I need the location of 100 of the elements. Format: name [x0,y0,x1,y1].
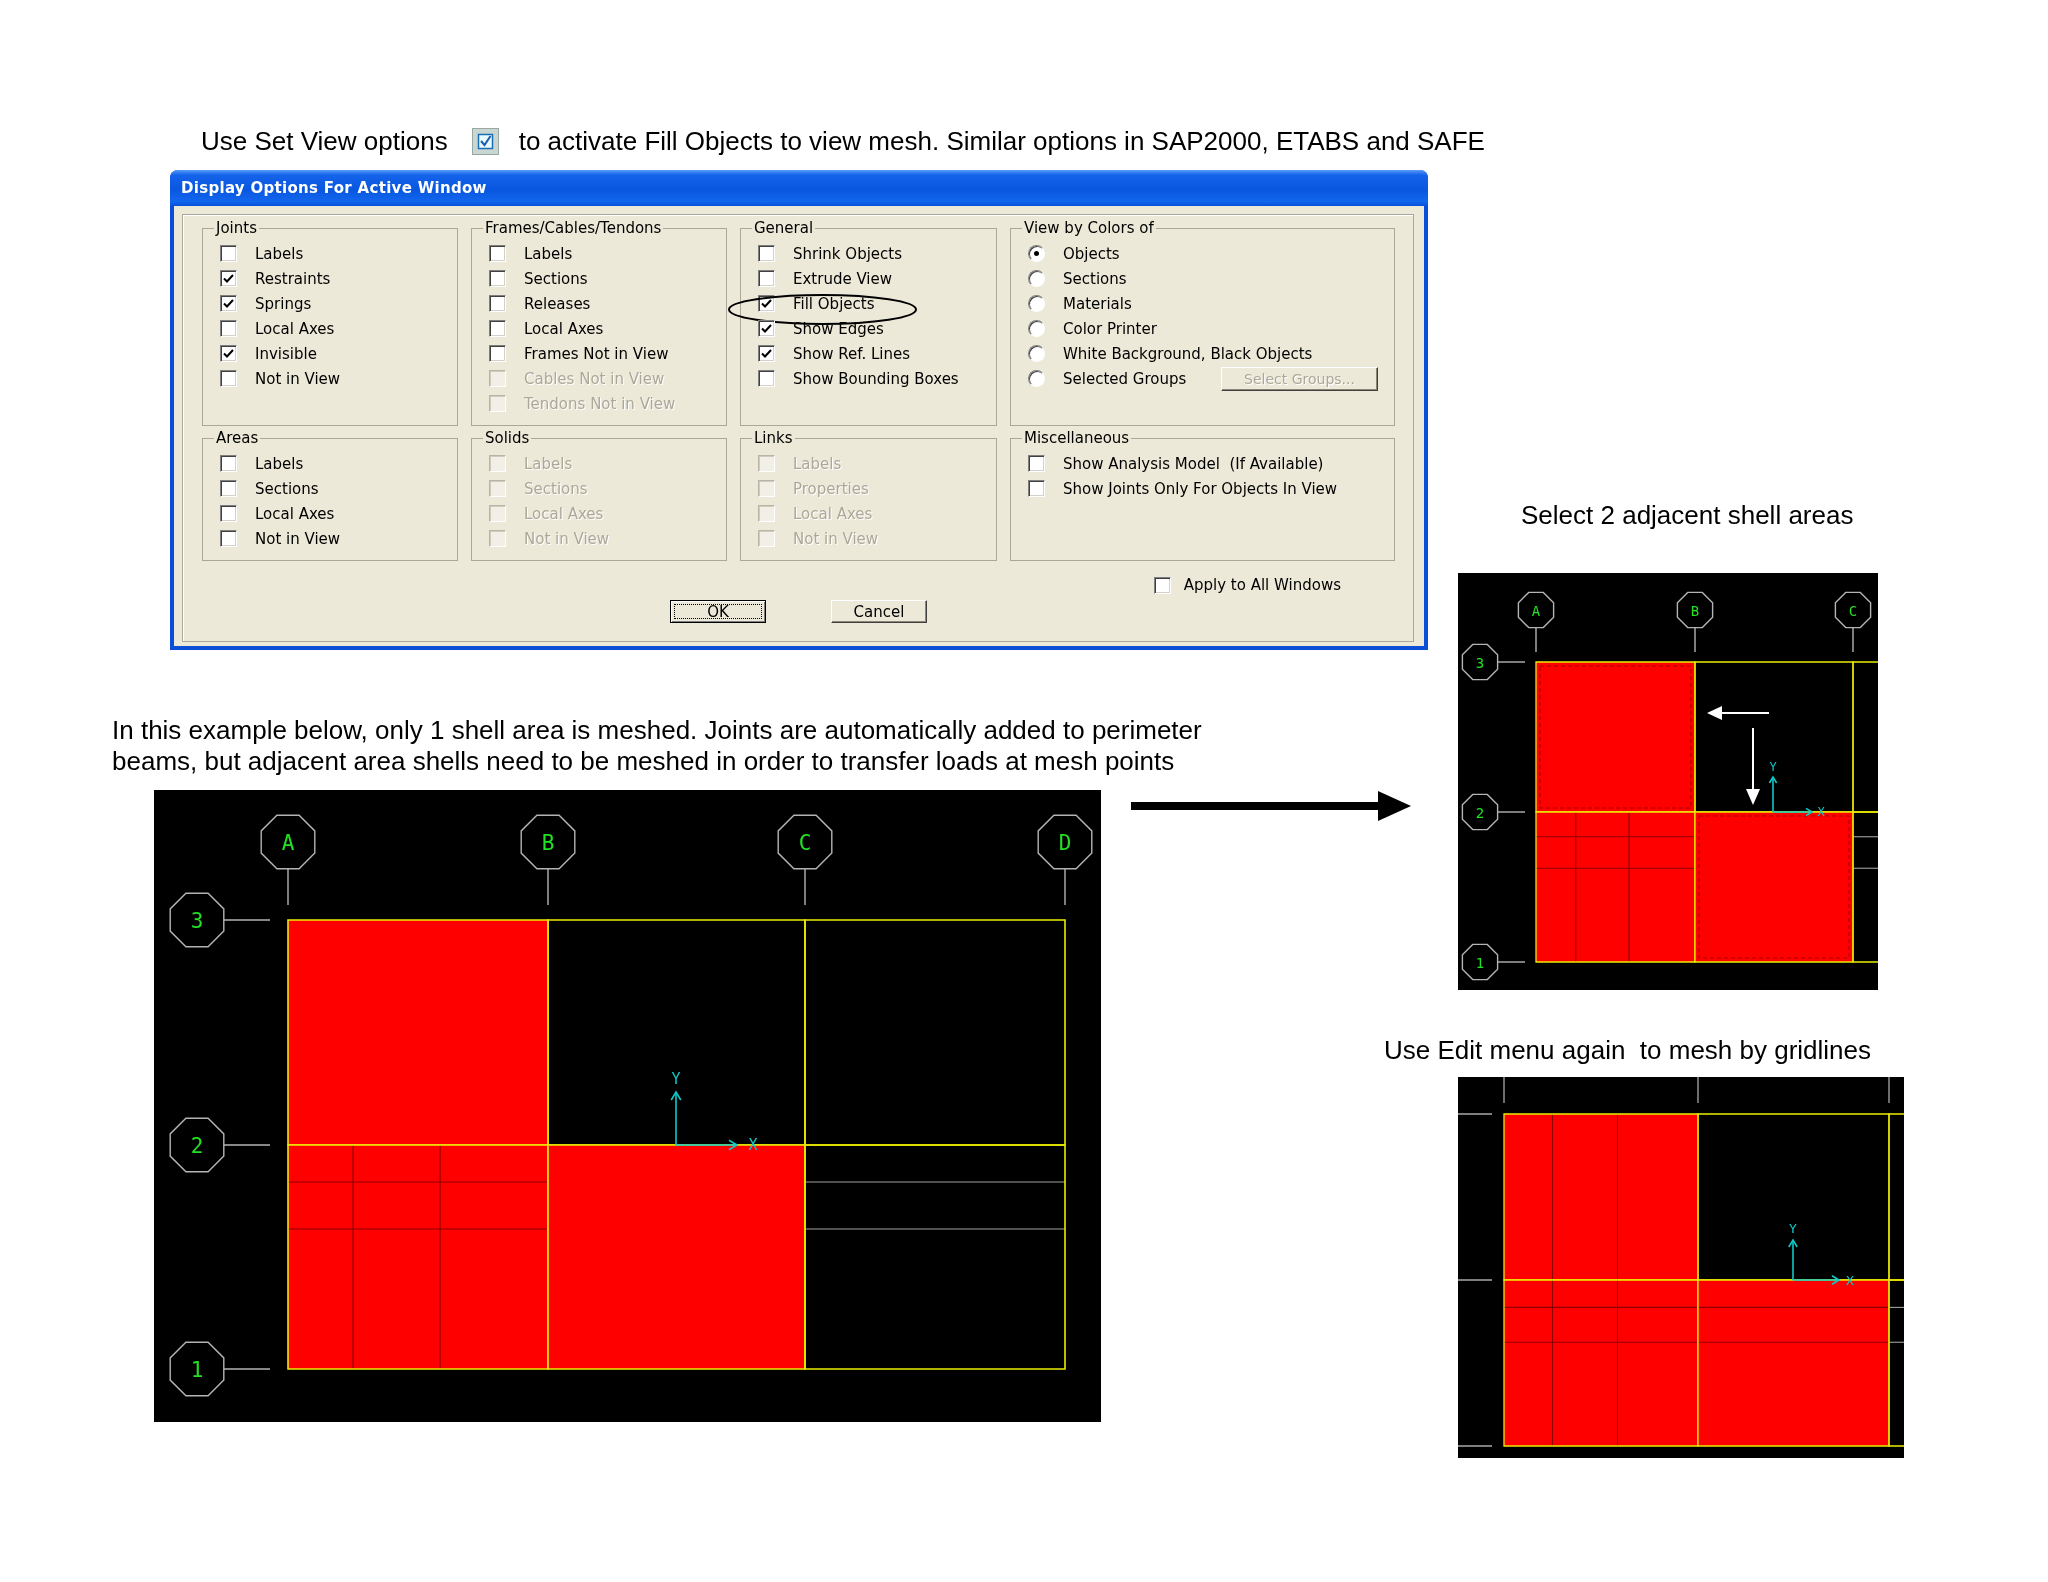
radio-button[interactable] [1028,320,1045,337]
checkbox-label[interactable]: Show Ref. Lines [793,344,911,363]
checkmark-icon [223,298,234,309]
x-axis-arrow [675,1139,739,1151]
y-axis-arrow [1788,1238,1798,1281]
checkbox[interactable] [489,295,506,312]
checkbox-label[interactable]: Extrude View [793,269,893,288]
dialog-button[interactable]: Cancel [831,600,927,623]
checkbox-label[interactable]: Labels [524,244,573,263]
checkbox[interactable] [220,270,237,287]
checkbox[interactable] [220,505,237,522]
radio-label[interactable]: Selected Groups [1063,369,1187,388]
radio-label[interactable]: Objects [1063,244,1120,263]
instruction-text: to activate Fill Objects to view mesh. Similar options in SAP2000, ETABS and SAFE [518,126,1485,156]
radio-label[interactable]: Sections [1063,269,1127,288]
checkbox-label[interactable]: Restraints [255,269,331,288]
axis-label: Y [671,1070,681,1088]
y-axis-arrow [1768,775,1778,813]
checkmark-icon [223,348,234,359]
caption-text: Use Edit menu again to mesh by gridlines [1384,1035,1872,1065]
checkmark-icon [761,298,772,309]
checkmark-icon [761,348,772,359]
checkbox-label[interactable]: Not in View [255,529,341,548]
radio-button[interactable] [1028,245,1045,262]
checkbox-label[interactable]: Sections [255,479,319,498]
grid-tick [1458,1279,1493,1281]
checkbox[interactable] [220,345,237,362]
window-title: Display Options For Active Window [181,179,487,197]
group-title: Links [753,429,794,447]
x-axis-arrow [1792,1275,1841,1285]
checkbox-label[interactable]: Shrink Objects [793,244,902,263]
group-title: Joints [214,219,258,237]
grid-tick [1888,1077,1890,1104]
checkbox-label[interactable]: Springs [255,294,312,313]
instruction-text: Use Set View options [201,126,448,156]
checkbox-label[interactable]: Local Axes [524,319,604,338]
caption-text: Select 2 adjacent shell areas [1521,500,1854,530]
checkbox[interactable] [220,370,237,387]
axis-label: X [1846,1272,1854,1288]
checkbox[interactable] [220,480,237,497]
default-button[interactable]: OK [670,600,766,623]
y-axis-arrow [670,1090,682,1146]
checkbox-label[interactable]: Sections [524,269,588,288]
checkbox[interactable] [758,320,775,337]
grid-tick [1458,1445,1493,1447]
checkbox-label[interactable]: Apply to All Windows [1183,576,1341,594]
checkbox-label[interactable]: Not in View [255,369,341,388]
checkbox[interactable] [220,295,237,312]
checkbox-label[interactable]: Local Axes [255,319,335,338]
checkbox-label[interactable]: Releases [524,294,591,313]
axis-label: X [748,1136,758,1154]
checkbox[interactable] [758,245,775,262]
checkbox[interactable] [1153,576,1171,594]
radio-label[interactable]: White Background, Black Objects [1063,344,1313,363]
checkbox-label[interactable]: Show Edges [793,319,884,338]
checkbox[interactable] [758,370,775,387]
grid-tick [1458,1113,1493,1115]
grid-tick [1503,1077,1505,1104]
radio-button[interactable] [1028,345,1045,362]
group-title: General [753,219,815,237]
checkbox-label[interactable]: Invisible [255,344,317,363]
checkbox[interactable] [489,345,506,362]
checkbox-label[interactable]: Labels [255,244,304,263]
checkbox-label[interactable]: Frames Not in View [524,344,669,363]
checkbox-label[interactable]: Local Axes [255,504,335,523]
axis-label: Y [1789,1220,1797,1236]
checkbox-label[interactable]: Show Analysis Model (If Available) [1063,454,1324,473]
axis-label: X [1817,805,1825,819]
radio-label[interactable]: Materials [1063,294,1132,313]
checkbox[interactable] [489,270,506,287]
group-title: View by Colors of [1023,219,1155,237]
group-title: Areas [215,429,260,447]
group-title: Frames/Cables/Tendons [484,219,663,237]
checkbox-label[interactable]: Labels [255,454,304,473]
checkbox[interactable] [1028,455,1045,472]
checkbox[interactable] [489,245,506,262]
checkbox[interactable] [220,320,237,337]
checkbox[interactable] [758,345,775,362]
radio-button[interactable] [1028,295,1045,312]
checkbox[interactable] [220,530,237,547]
checkbox[interactable] [1028,480,1045,497]
radio-button[interactable] [1028,370,1045,387]
description-text: In this example below, only 1 shell area is meshed. Joints are automatically added to perimeter beams, but adjacent area shells need to be meshed in order to transfer loads at mesh points [112,715,1203,777]
radio-button[interactable] [1028,270,1045,287]
checkbox[interactable] [220,245,237,262]
group-title: Miscellaneous [1023,429,1131,447]
axis-label: Y [1769,760,1777,774]
checkbox-label[interactable]: Show Bounding Boxes [793,369,959,388]
checkbox[interactable] [220,455,237,472]
checkmark-icon [223,273,234,284]
checked-box-icon [471,127,499,155]
radio-label[interactable]: Color Printer [1063,319,1157,338]
x-axis-arrow [1772,807,1814,817]
left-arrow [1707,706,1770,720]
checkbox[interactable] [489,320,506,337]
checkbox-label[interactable]: Show Joints Only For Objects In View [1063,479,1338,498]
group-title: Solids [484,429,531,447]
checkbox[interactable] [758,270,775,287]
radio-dot-icon [1034,251,1039,256]
checkmark-icon [761,323,772,334]
